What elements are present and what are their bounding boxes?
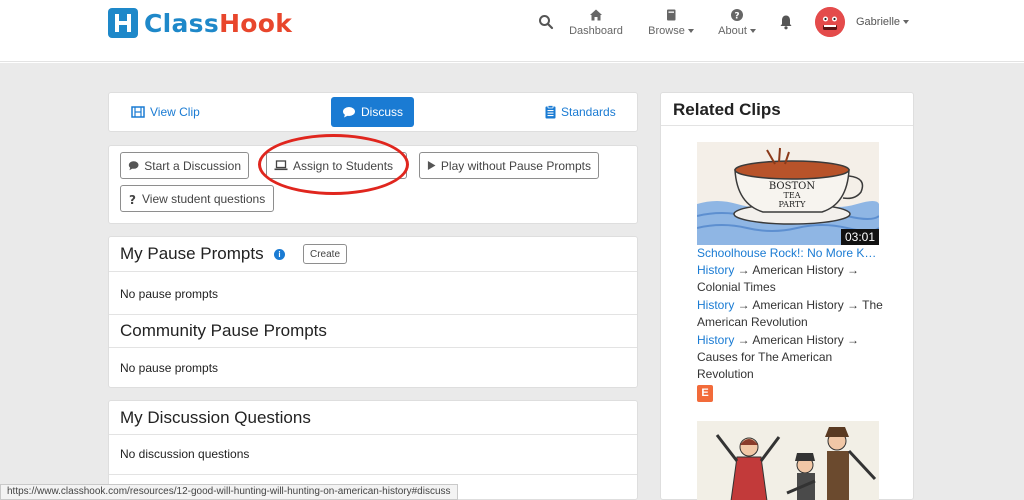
- bell-icon[interactable]: [779, 14, 793, 30]
- tab-view-clip-label: View Clip: [150, 105, 200, 119]
- logo-icon: [108, 8, 138, 38]
- nav-browse[interactable]: Browse: [646, 8, 696, 37]
- create-pause-prompt-button[interactable]: Create: [303, 244, 347, 264]
- category-path: → American History → The: [734, 298, 883, 312]
- related-clips-title: Related Clips: [673, 100, 781, 119]
- community-pause-prompts-title: Community Pause Prompts: [120, 321, 327, 340]
- play-without-label: Play without Pause Prompts: [440, 158, 591, 173]
- category-path: → American History →: [734, 263, 860, 277]
- book-icon: [667, 9, 676, 21]
- category-link-history[interactable]: History: [697, 333, 734, 347]
- clip-tabs: View Clip Discuss Standards: [108, 92, 638, 132]
- logo-text: ClassHook: [144, 8, 293, 38]
- tab-standards[interactable]: Standards: [545, 105, 616, 119]
- nav-dashboard-label: Dashboard: [569, 25, 623, 37]
- view-student-questions-button[interactable]: ? View student questions: [120, 185, 274, 212]
- thumb-text-line3: PARTY: [779, 200, 807, 209]
- nav-browse-label: Browse: [648, 25, 685, 37]
- divider: [109, 434, 637, 435]
- thumb-text-line2: TEA: [784, 191, 801, 200]
- annotation-circle: [258, 134, 409, 195]
- status-bar-url: https://www.classhook.com/resources/12-g…: [0, 484, 458, 500]
- my-discussion-questions-title: My Discussion Questions: [120, 408, 311, 427]
- tab-discuss[interactable]: Discuss: [331, 97, 414, 127]
- classhook-logo[interactable]: ClassHook: [108, 8, 292, 38]
- my-pause-prompts-title: My Pause Prompts: [120, 244, 264, 263]
- divider: [109, 271, 637, 272]
- top-navbar: ClassHook Dashboard Browse ? About Gabri…: [0, 0, 1024, 62]
- view-student-questions-label: View student questions: [142, 191, 266, 206]
- clipboard-list-icon: [545, 105, 556, 119]
- related-clip-title[interactable]: Schoolhouse Rock!: No More Kings: [697, 246, 879, 260]
- avatar-face-icon: [815, 7, 845, 37]
- tab-discuss-label: Discuss: [360, 105, 403, 119]
- user-name: Gabrielle: [856, 16, 901, 28]
- pause-prompts-panel: My Pause Prompts i Create No pause promp…: [108, 236, 638, 388]
- related-clips-panel: Related Clips BOSTON TEA PARTY 03:01 Sch…: [660, 92, 914, 500]
- category-link-history[interactable]: History: [697, 298, 734, 312]
- play-icon: [427, 161, 436, 170]
- clip-thumbnail[interactable]: [697, 421, 879, 500]
- category-subject: Causes for The American: [697, 350, 833, 364]
- category-link-history[interactable]: History: [697, 263, 734, 277]
- home-icon: [590, 9, 602, 21]
- comment-icon: [128, 161, 139, 171]
- community-pause-prompts-empty: No pause prompts: [120, 361, 219, 375]
- svg-text:?: ?: [734, 12, 739, 22]
- question-circle-icon: ?: [731, 9, 743, 22]
- comment-icon: [342, 107, 355, 118]
- category-subject: American Revolution: [697, 315, 808, 329]
- divider: [109, 347, 637, 348]
- divider: [661, 125, 913, 126]
- film-icon: [131, 106, 145, 118]
- nav-about-label: About: [718, 25, 747, 37]
- search-icon[interactable]: [538, 14, 554, 30]
- nav-dashboard[interactable]: Dashboard: [568, 8, 624, 37]
- clip-duration: 03:01: [840, 229, 879, 245]
- svg-text:?: ?: [129, 193, 136, 205]
- start-discussion-label: Start a Discussion: [144, 158, 241, 173]
- cartoon-thumbnail: [697, 421, 879, 500]
- user-menu[interactable]: Gabrielle: [856, 16, 910, 28]
- category-subject: Revolution: [697, 367, 754, 381]
- rating-badge: E: [697, 385, 713, 402]
- divider: [109, 314, 637, 315]
- start-discussion-button[interactable]: Start a Discussion: [120, 152, 249, 179]
- clip-category: History → American History → Causes for …: [697, 332, 887, 383]
- chevron-down-icon: [749, 29, 756, 34]
- my-pause-prompts-empty: No pause prompts: [120, 287, 219, 301]
- play-without-pause-prompts-button[interactable]: Play without Pause Prompts: [419, 152, 599, 179]
- clip-thumbnail[interactable]: BOSTON TEA PARTY 03:01: [697, 142, 879, 245]
- discussion-questions-empty: No discussion questions: [120, 447, 250, 461]
- info-icon[interactable]: i: [274, 249, 285, 260]
- category-subject: Colonial Times: [697, 280, 776, 294]
- category-path: → American History →: [734, 333, 860, 347]
- chevron-down-icon: [687, 29, 694, 34]
- divider: [109, 474, 637, 475]
- chevron-down-icon: [903, 20, 910, 25]
- clip-category: History → American History → Colonial Ti…: [697, 262, 887, 296]
- question-icon: ?: [129, 193, 136, 205]
- tab-view-clip[interactable]: View Clip: [131, 105, 200, 119]
- avatar[interactable]: [815, 7, 845, 37]
- nav-about[interactable]: ? About: [716, 8, 758, 37]
- clip-category: History → American History → The America…: [697, 297, 887, 331]
- tab-standards-label: Standards: [561, 105, 616, 119]
